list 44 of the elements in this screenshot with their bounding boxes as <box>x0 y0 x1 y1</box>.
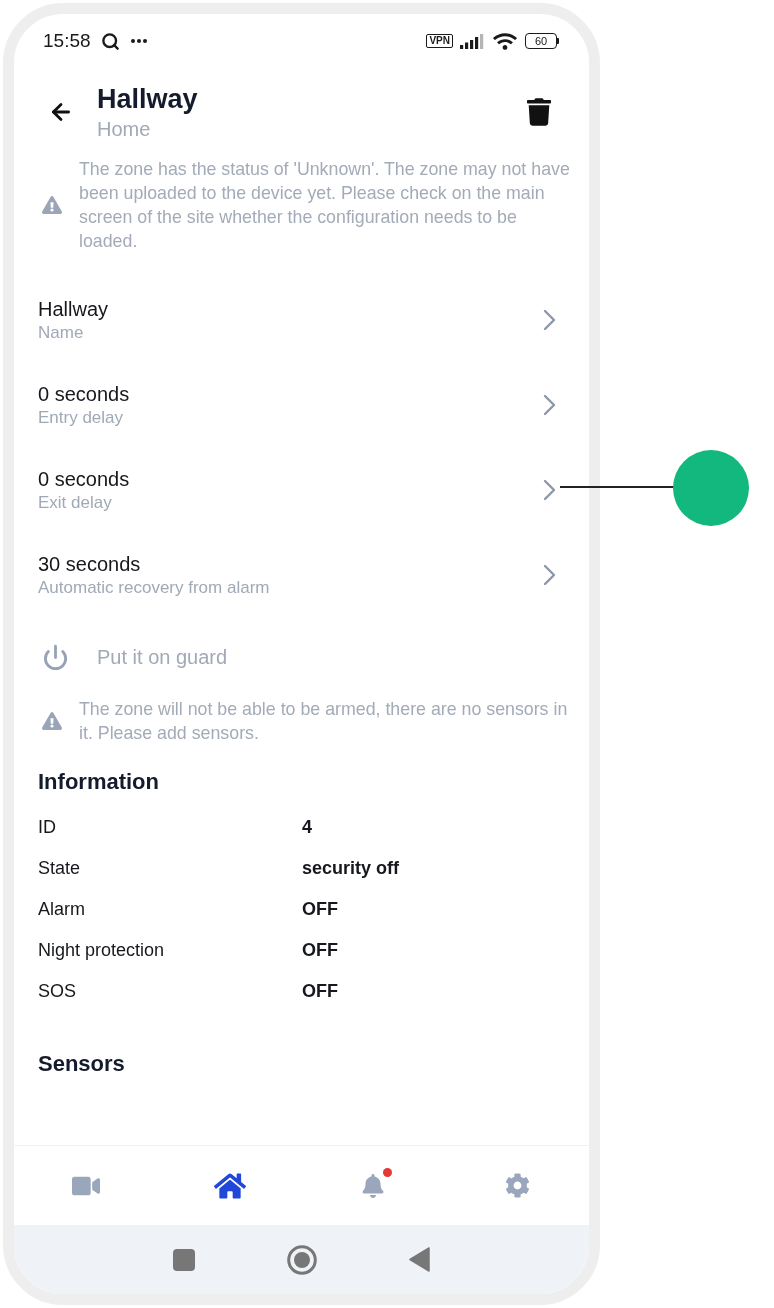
info-label: Night protection <box>38 938 166 962</box>
info-label: SOS <box>38 979 77 1003</box>
info-value: OFF <box>302 938 339 962</box>
page-title: Hallway <box>97 83 198 115</box>
wifi-icon <box>493 31 517 51</box>
ellipsis-icon <box>130 39 147 43</box>
gear-icon <box>504 1173 530 1198</box>
setting-label: Exit delay <box>38 491 113 514</box>
warning-icon <box>42 195 62 215</box>
battery-indicator: 60 <box>525 33 559 49</box>
info-value: security off <box>302 856 401 880</box>
setting-value: 0 seconds <box>38 381 131 407</box>
info-label: State <box>38 856 82 880</box>
setting-label: Automatic recovery from alarm <box>38 576 271 599</box>
info-label: ID <box>38 815 57 839</box>
power-icon <box>42 643 69 671</box>
section-heading: Sensors <box>38 1050 126 1078</box>
warning-text: The zone has the status of 'Unknown'. The zone may not have been uploaded to the device yet. Please check on the main screen of the site whether the configuration needs to be loaded. <box>79 158 571 253</box>
vpn-indicator: VPN <box>426 34 453 48</box>
setting-value: 0 seconds <box>38 466 131 492</box>
status-time: 15:58 <box>43 28 91 53</box>
setting-value: Hallway <box>38 296 110 322</box>
info-value: OFF <box>302 897 339 921</box>
bell-icon <box>361 1173 386 1198</box>
chevron-right-icon[interactable] <box>543 478 556 501</box>
search-icon <box>100 31 120 51</box>
signal-icon <box>460 33 485 49</box>
info-value: OFF <box>302 979 339 1003</box>
chevron-right-icon[interactable] <box>543 308 556 331</box>
setting-label: Name <box>38 321 85 344</box>
section-heading: Information <box>38 768 160 796</box>
chevron-right-icon[interactable] <box>543 563 556 586</box>
info-label: Alarm <box>38 897 86 921</box>
setting-value: 30 seconds <box>38 551 142 577</box>
chevron-right-icon[interactable] <box>543 393 556 416</box>
back-triangle-icon[interactable] <box>409 1247 430 1272</box>
warning-icon <box>42 711 62 731</box>
recents-square-icon[interactable] <box>173 1248 195 1271</box>
info-value: 4 <box>302 815 313 839</box>
page-subtitle: Home <box>97 117 152 141</box>
trash-icon[interactable] <box>527 98 551 126</box>
home-circle-icon[interactable] <box>287 1244 317 1275</box>
warning-text: The zone will not be able to be armed, there are no sensors in it. Please add sensors. <box>79 698 569 745</box>
setting-label: Entry delay <box>38 406 125 429</box>
